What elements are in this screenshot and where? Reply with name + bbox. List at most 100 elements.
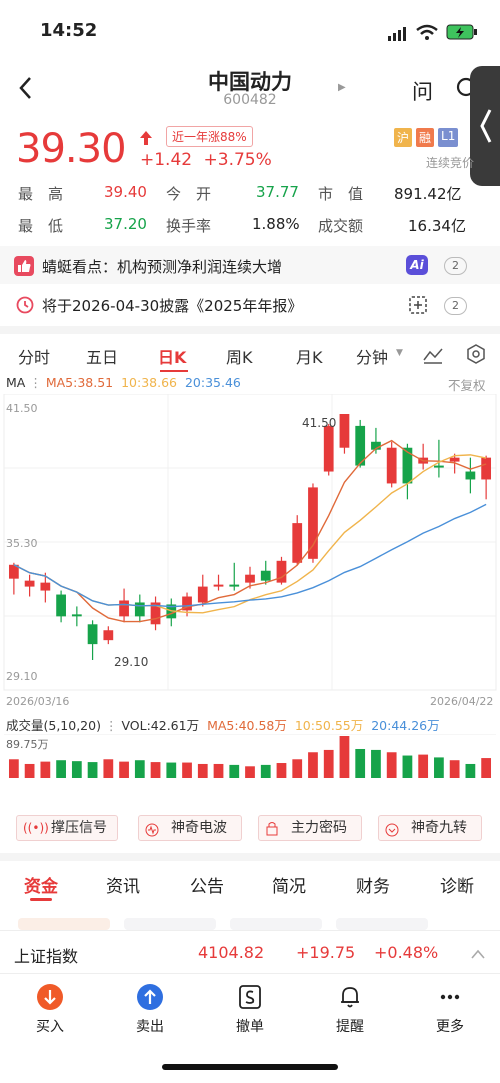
alert-label: 提醒: [336, 1019, 364, 1035]
ai-icon[interactable]: Ai: [406, 255, 428, 275]
tab-active-underline: [160, 370, 188, 372]
indicator-magic-wave[interactable]: 神奇电波: [138, 815, 242, 841]
volume-svg[interactable]: [0, 733, 500, 778]
nav-cancel[interactable]: 撤单: [220, 982, 280, 1038]
ma5-value: MA5:38.51: [45, 375, 114, 390]
pulse-icon: [145, 821, 159, 845]
tab-financials[interactable]: 财务: [356, 872, 390, 897]
candle-body: [71, 614, 82, 617]
ask-button[interactable]: 问: [412, 76, 433, 106]
tag-sh: 沪: [394, 128, 413, 147]
volume-bar: [245, 766, 255, 778]
ma10-value: 10:38.66: [121, 375, 177, 390]
disclosure-banner[interactable]: 将于2026-04-30披露《2025年年报》 2: [0, 284, 500, 324]
adjust-mode[interactable]: 不复权: [448, 375, 486, 394]
indicator-magic-nine[interactable]: 神奇九转: [378, 815, 482, 841]
tab-news[interactable]: 资讯: [106, 872, 140, 897]
volume-bar: [229, 764, 240, 778]
candle-body: [24, 580, 35, 587]
volume-bar: [182, 762, 192, 778]
disclosure-text: 将于2026-04-30披露《2025年年报》: [42, 297, 303, 315]
low-marker-label: 29.10: [114, 655, 149, 669]
tab-five-day[interactable]: 五日: [86, 344, 118, 368]
nav-more[interactable]: 更多: [420, 982, 480, 1038]
volume-bar: [56, 760, 66, 778]
up-arrow-icon: [140, 130, 152, 149]
tag-margin: 融: [416, 128, 435, 147]
candle-body: [40, 582, 51, 591]
volume-legend[interactable]: 成交量(5,10,20) ⋮ VOL:42.61万 MA5:40.58万 10:…: [6, 715, 440, 734]
tab-monthly-k[interactable]: 月K: [296, 344, 323, 368]
tab-daily-k[interactable]: 日K: [158, 344, 186, 368]
candle-body: [481, 457, 492, 480]
chart-tabs: 分时 五日 日K 周K 月K 分钟 ▼: [0, 338, 500, 372]
volume-chart[interactable]: 89.75万: [0, 733, 500, 778]
tab-diagnosis[interactable]: 诊断: [440, 872, 474, 897]
candle-body: [308, 487, 318, 559]
stat-value-amount: 16.34亿: [408, 217, 466, 235]
status-bar: 14:52: [0, 0, 500, 60]
next-stock-icon[interactable]: ▶: [338, 82, 346, 93]
volume-bar: [150, 762, 161, 778]
tag-level: L1: [438, 128, 459, 147]
candle-body: [339, 414, 350, 448]
tab-funds-underline: [30, 898, 52, 901]
indicator-main-force[interactable]: 主力密码: [258, 815, 362, 841]
tab-announcements[interactable]: 公告: [190, 872, 224, 897]
volume-bar: [276, 763, 287, 778]
section-divider: [0, 326, 500, 334]
candle-body: [276, 560, 287, 583]
buy-label: 买入: [36, 1019, 64, 1035]
current-price: 39.30: [16, 126, 127, 172]
side-collapse-tab[interactable]: [470, 66, 500, 186]
volume-title: 成交量(5,10,20): [6, 718, 101, 733]
volume-bar: [386, 752, 397, 778]
nav-buy[interactable]: 买入: [20, 982, 80, 1038]
candle-body: [229, 584, 240, 587]
candle-body: [402, 447, 413, 484]
candle-body: [56, 594, 66, 617]
drawing-tool-icon[interactable]: [422, 346, 444, 368]
candle-body: [213, 584, 224, 587]
chevron-down-icon[interactable]: ▼: [396, 348, 403, 358]
tab-funds[interactable]: 资金: [24, 872, 58, 897]
stat-label-turnover: 换手率: [166, 217, 212, 235]
insight-count-pill[interactable]: 2: [444, 257, 467, 275]
candle-body: [323, 425, 334, 472]
tab-profile[interactable]: 简况: [272, 872, 306, 897]
tab-intraday[interactable]: 分时: [18, 344, 50, 368]
volume-bar: [323, 749, 334, 778]
insight-banner[interactable]: 蜻蜓看点：机构预测净利润连续大增 Ai 2: [0, 246, 500, 284]
nav-sell[interactable]: 卖出: [120, 982, 180, 1038]
disclosure-count-pill[interactable]: 2: [444, 297, 467, 315]
volume-bar: [355, 748, 366, 778]
index-value: 4104.82: [198, 943, 265, 962]
ma10-line: [13, 454, 487, 614]
lock-icon: [265, 820, 279, 844]
more-icon: [438, 984, 462, 1014]
volume-bar: [339, 736, 350, 778]
volume-bar: [465, 763, 476, 778]
settings-hex-icon[interactable]: [466, 344, 486, 368]
indicator-support-resistance[interactable]: ((•)) 撑压信号: [16, 815, 118, 841]
tab-minute[interactable]: 分钟: [356, 344, 388, 368]
chevron-up-icon[interactable]: [470, 945, 486, 964]
nav-alert[interactable]: 提醒: [320, 982, 380, 1038]
kline-svg[interactable]: [0, 393, 500, 694]
high-marker-label: 41.50: [302, 416, 337, 430]
wifi-icon: [416, 24, 438, 44]
volume-bar: [166, 762, 177, 778]
candle-body: [119, 600, 129, 617]
thumbs-up-icon: [14, 256, 34, 276]
add-calendar-icon[interactable]: [408, 295, 428, 319]
tab-weekly-k[interactable]: 周K: [226, 344, 253, 368]
y-max-label: 41.50: [6, 402, 38, 415]
index-bar[interactable]: 上证指数 4104.82 +19.75 +0.48%: [0, 930, 500, 974]
volume-bar: [449, 760, 460, 778]
ma-legend[interactable]: MA ⋮ MA5:38.51 10:38.66 20:35.46: [6, 375, 241, 390]
stat-value-low: 37.20: [104, 215, 147, 233]
signal-icon: [388, 26, 410, 45]
kline-chart[interactable]: 41.50 35.30 29.10 41.50 29.10: [0, 393, 500, 694]
stat-value-high: 39.40: [104, 183, 147, 201]
y-mid-label: 35.30: [6, 537, 38, 550]
